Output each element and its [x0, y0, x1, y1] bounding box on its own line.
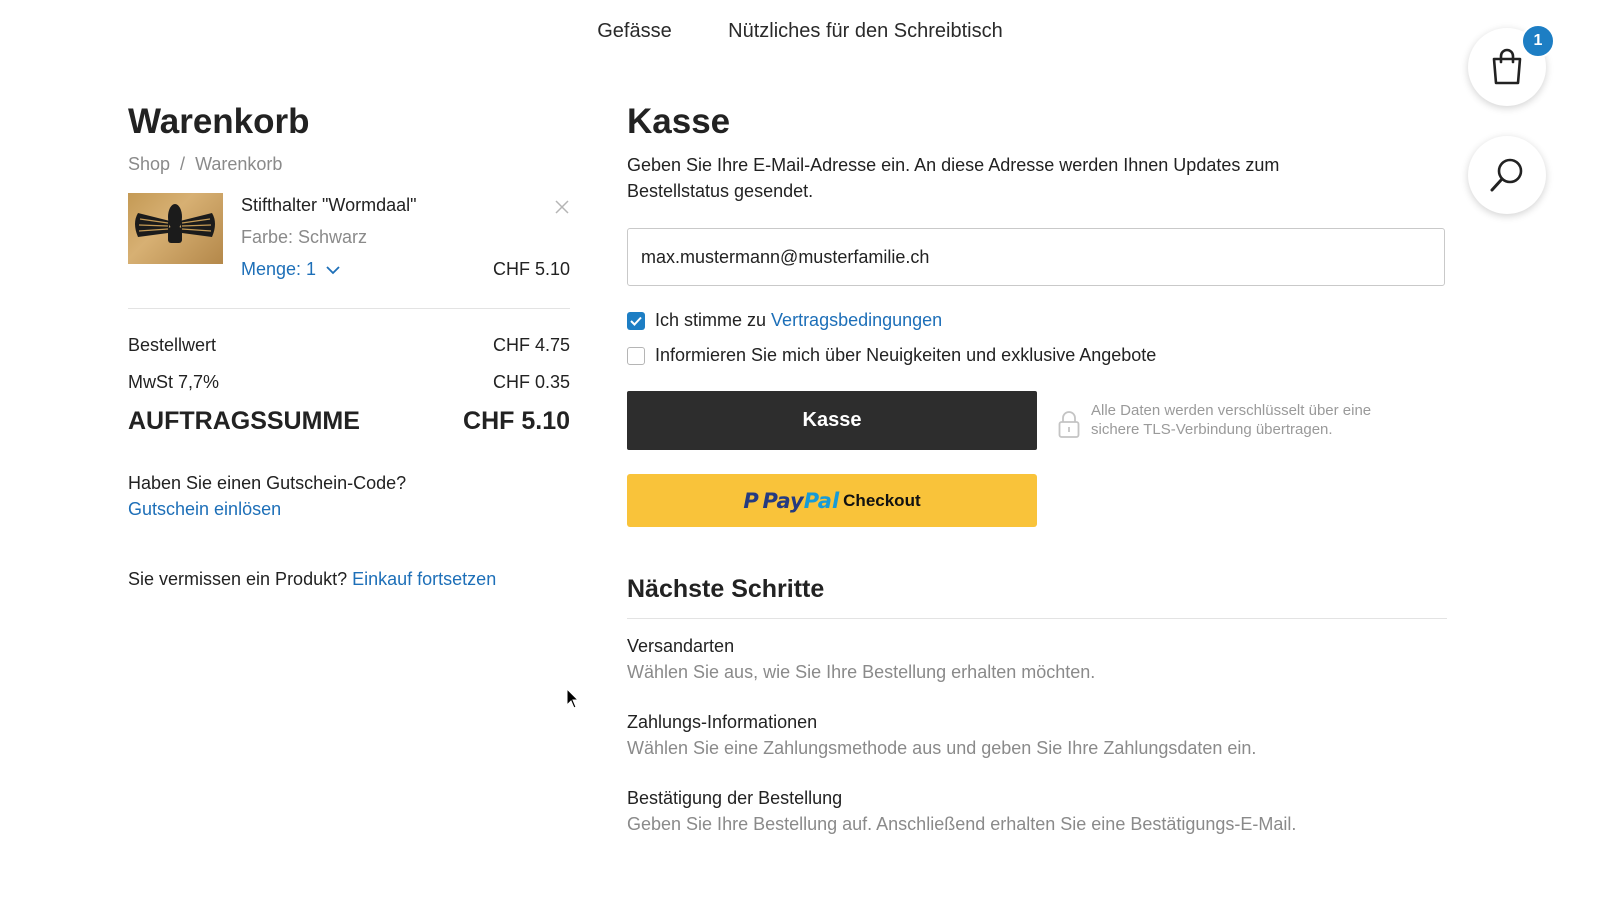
vat-value: CHF 0.35 [492, 372, 570, 392]
total-value: CHF 5.10 [463, 407, 570, 435]
step-shipping: Versandarten Wählen Sie aus, wie Sie Ihr… [627, 633, 1447, 685]
terms-checkbox-row: Ich stimme zu Vertragsbedingungen [627, 310, 1447, 331]
step-description: Wählen Sie eine Zahlungsmethode aus und … [627, 738, 1257, 758]
coupon-section: Haben Sie einen Gutschein-Code? Gutschei… [128, 470, 570, 522]
step-description: Wählen Sie aus, wie Sie Ihre Bestellung … [627, 662, 1096, 682]
checkmark-icon [630, 316, 642, 326]
next-steps-section: Nächste Schritte Versandarten Wählen Sie… [627, 575, 1447, 837]
quantity-label: Menge: 1 [241, 259, 317, 279]
subtotal-label: Bestellwert [128, 335, 217, 355]
product-color: Farbe: Schwarz [241, 227, 368, 247]
close-icon [555, 200, 569, 214]
terms-label: Ich stimme zu [655, 310, 767, 330]
paypal-checkout-button[interactable]: P Pay Pal Checkout [627, 474, 1037, 527]
email-field[interactable] [627, 228, 1445, 286]
search-icon [1490, 158, 1523, 192]
cart-column: Warenkorb Shop / Warenkorb Stifthalter "Wo… [128, 100, 570, 590]
product-image[interactable] [128, 193, 223, 264]
divider [627, 618, 1447, 619]
step-confirmation: Bestätigung der Bestellung Geben Sie Ihr… [627, 785, 1447, 837]
search-button[interactable] [1468, 136, 1546, 214]
nav-item-gefaesse[interactable]: Gefässe [597, 20, 671, 42]
security-notice: Alle Daten werden verschlüsselt über ein… [1057, 401, 1421, 439]
step-title: Zahlungs-Informationen [627, 712, 818, 732]
step-title: Bestätigung der Bestellung [627, 788, 843, 808]
step-payment: Zahlungs-Informationen Wählen Sie eine Z… [627, 709, 1447, 761]
checkout-button[interactable]: Kasse [627, 391, 1037, 450]
coupon-question: Haben Sie einen Gutschein-Code? [128, 473, 407, 493]
subtotal-value: CHF 4.75 [492, 335, 570, 355]
summary-row-vat: MwSt 7,7% CHF 0.35 [128, 372, 570, 393]
step-title: Versandarten [627, 636, 735, 656]
quantity-dropdown[interactable]: Menge: 1 [241, 259, 341, 280]
paypal-logo-icon: P [743, 488, 759, 513]
paypal-pay-text: Pay [762, 488, 804, 513]
step-description: Geben Sie Ihre Bestellung auf. Anschließ… [627, 814, 1297, 834]
summary-row-subtotal: Bestellwert CHF 4.75 [128, 335, 570, 356]
vat-label: MwSt 7,7% [128, 372, 220, 392]
checkout-intro: Geben Sie Ihre E-Mail-Adresse ein. An di… [627, 155, 1280, 201]
newsletter-label: Informieren Sie mich über Neuigkeiten un… [655, 345, 1157, 365]
breadcrumb-warenkorb: Warenkorb [195, 154, 283, 174]
newsletter-checkbox-row: Informieren Sie mich über Neuigkeiten un… [627, 345, 1447, 366]
terms-link[interactable]: Vertragsbedingungen [771, 310, 942, 331]
nav-item-schreibtisch[interactable]: Nützliches für den Schreibtisch [728, 20, 1003, 42]
security-text: Alle Daten werden verschlüsselt über ein… [1091, 402, 1372, 438]
breadcrumb-shop[interactable]: Shop [128, 154, 170, 174]
cart-count-badge: 1 [1521, 24, 1555, 58]
mouse-cursor-icon [566, 688, 580, 709]
chevron-down-icon [326, 266, 340, 275]
continue-shopping-link[interactable]: Einkauf fortsetzen [352, 569, 496, 589]
divider [128, 308, 570, 309]
breadcrumb: Shop / Warenkorb [128, 154, 570, 175]
shopping-bag-icon [1492, 48, 1522, 85]
total-label: AUFTRAGSSUMME [128, 407, 360, 435]
cart-title: Warenkorb [128, 102, 310, 141]
checkout-column: Kasse Geben Sie Ihre E-Mail-Adresse ein.… [627, 100, 1447, 837]
terms-checkbox[interactable] [627, 311, 645, 330]
cart-item: Stifthalter "Wormdaal" Farbe: Schwarz Me… [128, 193, 570, 289]
missing-product-text: Sie vermissen ein Produkt? [128, 569, 348, 589]
newsletter-checkbox[interactable] [627, 346, 645, 365]
continue-shopping-section: Sie vermissen ein Produkt? Einkauf forts… [128, 569, 570, 590]
next-steps-title: Nächste Schritte [627, 575, 825, 603]
redeem-coupon-link[interactable]: Gutschein einlösen [128, 499, 281, 519]
paypal-checkout-text: Checkout [843, 490, 921, 510]
checkout-actions: Kasse Alle Daten werden verschlüsselt üb… [627, 391, 1447, 531]
top-navigation: Gefässe Nützliches für den Schreibtisch [0, 20, 1600, 43]
paypal-pal-text: Pal [803, 488, 840, 513]
product-name[interactable]: Stifthalter "Wormdaal" [241, 195, 417, 216]
lock-icon [1058, 411, 1080, 438]
breadcrumb-separator: / [180, 154, 186, 174]
checkout-title: Kasse [627, 102, 731, 141]
summary-row-total: AUFTRAGSSUMME CHF 5.10 [128, 407, 570, 436]
remove-item-button[interactable] [554, 199, 570, 220]
item-price: CHF 5.10 [492, 259, 570, 279]
